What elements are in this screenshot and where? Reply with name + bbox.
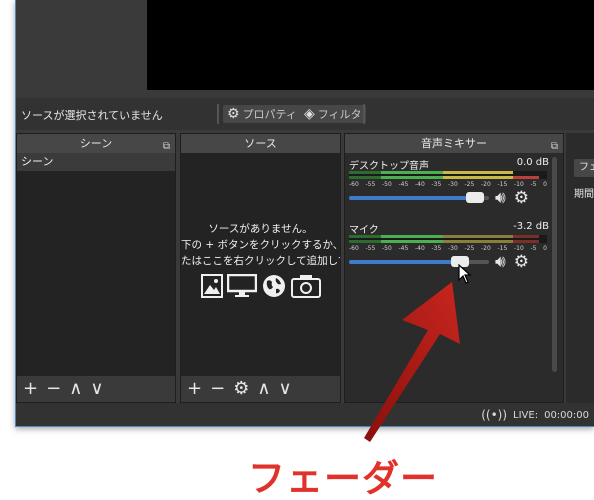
scenes-list[interactable]: シーン [17,153,175,376]
sources-dock-title: ソース [181,134,340,153]
volume-meter [349,235,547,243]
filters-button[interactable]: ◈ フィルタ [300,105,366,123]
scenes-footer: + − ∧ ∨ [17,376,175,402]
sources-dock: ソース ソースがありません。 下の + ボタンをクリックするか、 たはここを右ク… [180,133,341,403]
speaker-icon[interactable]: 🔊︎ [495,188,506,208]
sources-footer: + − ⚙ ∧ ∨ [181,376,340,402]
toolbar-separator [363,104,365,124]
sources-title: ソース [244,137,277,150]
callout-arrow-icon [364,282,460,442]
image-icon [200,274,223,298]
broadcast-icon: ((•)) [481,408,508,422]
live-label: LIVE: [513,409,539,421]
mixer-title: 音声ミキサー [421,137,487,150]
scenes-title: シーン [79,137,113,150]
obs-window: ソースが選択されていません ⚙ プロパティ ◈ フィルタ シーン ⧉ シーン +… [15,0,594,427]
channel-controls: 🔊︎ ⚙ [495,188,529,208]
channel-db: 0.0 dB [516,157,549,168]
properties-label: プロパティ [242,108,297,121]
transition-select[interactable]: フェ [574,159,594,177]
source-toolbar: ソースが選択されていません ⚙ プロパティ ◈ フィルタ [16,98,594,130]
globe-icon [262,275,285,297]
mixer-dock-title: 音声ミキサー ⧉ [345,134,563,153]
preview-gap [16,90,594,98]
sources-empty-message: ソースがありません。 下の + ボタンをクリックするか、 たはここを右クリックし… [181,221,340,269]
channel-controls: 🔊︎ ⚙ [495,252,529,272]
remove-source-button[interactable]: − [210,380,225,398]
camera-icon [290,275,321,298]
channel-db: -3.2 dB [513,221,549,232]
fader-caption: フェーダー [248,457,438,500]
live-status: ((•)) LIVE: 00:00:00 [481,408,589,422]
toolbar-separator [217,104,219,124]
add-source-button[interactable]: + [187,380,202,398]
empty-line: 下の + ボタンをクリックするか、 [181,239,340,251]
monitor-icon [226,274,257,297]
source-properties-button[interactable]: ⚙ [233,380,249,398]
gear-icon[interactable]: ⚙ [514,188,529,208]
gear-icon: ⚙ [227,106,240,122]
source-type-icons [181,274,340,298]
mixer-scrollbar[interactable] [552,157,557,372]
fader-fill [349,260,460,264]
channel-name: マイク [349,225,379,236]
sources-list[interactable]: ソースがありません。 下の + ボタンをクリックするか、 たはここを右クリックし… [181,153,340,376]
move-source-down-button[interactable]: ∨ [279,380,292,398]
scene-item[interactable]: シーン [17,153,175,171]
live-time: 00:00:00 [544,409,589,421]
scenes-dock-title: シーン ⧉ [17,134,175,153]
fader-handle[interactable] [466,192,484,203]
gear-icon[interactable]: ⚙ [514,252,529,272]
empty-line: たはここを右クリックして追加してくださ [181,255,340,267]
status-bar: ((•)) LIVE: 00:00:00 [16,403,594,426]
volume-fader[interactable] [349,192,489,203]
no-source-selected-label: ソースが選択されていません [21,109,163,122]
scenes-dock: シーン ⧉ シーン + − ∧ ∨ [16,133,176,403]
channel-name: デスクトップ音声 [349,161,429,172]
preview-canvas[interactable] [147,0,594,90]
speaker-icon[interactable]: 🔊︎ [495,252,506,272]
add-scene-button[interactable]: + [23,380,38,398]
fader-fill [349,196,475,200]
move-scene-down-button[interactable]: ∨ [90,380,103,398]
filters-label: フィルタ [317,108,362,121]
filter-icon: ◈ [304,106,315,122]
remove-scene-button[interactable]: − [46,380,61,398]
volume-meter [349,171,547,179]
transitions-dock: フェ 期間 [566,133,594,403]
duration-label: 期間 [574,189,594,200]
move-scene-up-button[interactable]: ∧ [69,380,82,398]
properties-button[interactable]: ⚙ プロパティ [223,105,301,123]
empty-line: ソースがありません。 [208,223,313,235]
move-source-up-button[interactable]: ∧ [257,380,270,398]
